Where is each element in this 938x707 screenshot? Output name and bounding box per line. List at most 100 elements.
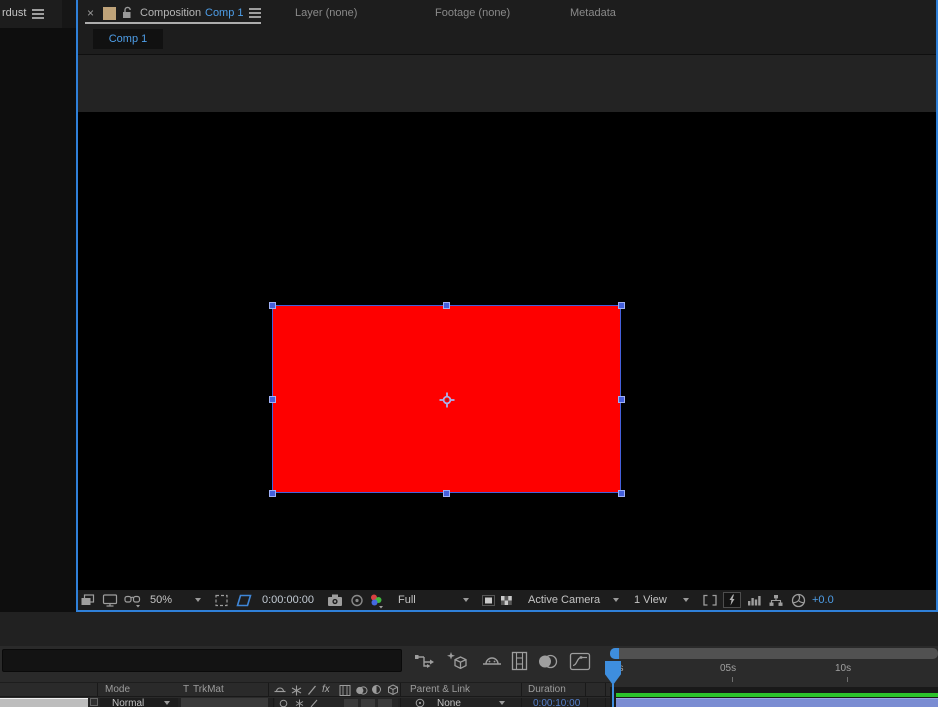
view-layout-chevron-icon[interactable]: [683, 598, 689, 602]
switch-box[interactable]: [361, 699, 375, 707]
lock-icon[interactable]: [121, 6, 134, 20]
selection-handle-mid-right[interactable]: [618, 396, 625, 403]
collapse-transformations-column-icon[interactable]: [291, 685, 302, 696]
layer-duration-bar[interactable]: [616, 698, 938, 707]
stereo-3d-glasses-icon[interactable]: [124, 594, 142, 608]
column-duration[interactable]: Duration: [528, 684, 566, 695]
layer-row[interactable]: Normal None 0:00:10:00: [0, 698, 610, 707]
panel-label[interactable]: Composition: [140, 7, 201, 19]
snapshot-camera-icon[interactable]: [327, 593, 343, 607]
playhead-line[interactable]: [612, 684, 614, 707]
close-icon[interactable]: ×: [87, 6, 94, 20]
row-separator: [400, 698, 401, 707]
adjustment-layer-column-icon[interactable]: [372, 685, 381, 694]
anchor-point-icon[interactable]: [439, 392, 455, 408]
share-view-options-icon[interactable]: [702, 594, 718, 607]
layer-label-chip[interactable]: [90, 698, 98, 706]
channel-settings-icon[interactable]: [368, 593, 386, 609]
reset-exposure-icon[interactable]: [791, 593, 806, 608]
selection-handle-mid-left[interactable]: [269, 396, 276, 403]
3d-view-select[interactable]: Active Camera: [528, 594, 600, 606]
mini-flowchart-icon[interactable]: [414, 653, 436, 670]
comp-timecode[interactable]: 0:00:00:00: [262, 594, 314, 606]
resolution-chevron-icon[interactable]: [463, 598, 469, 602]
magnification-select[interactable]: 50%: [150, 594, 172, 606]
region-of-interest-icon[interactable]: [214, 594, 229, 607]
left-side-panel: rdust: [0, 0, 76, 612]
parent-value[interactable]: None: [437, 698, 461, 707]
tab-metadata[interactable]: Metadata: [570, 7, 616, 19]
panel-options-icon[interactable]: [249, 12, 261, 14]
column-mode[interactable]: Mode: [105, 684, 130, 695]
effects-column-icon[interactable]: fx: [322, 684, 330, 695]
column-separator: [400, 683, 401, 696]
selection-handle-bottom-left[interactable]: [269, 490, 276, 497]
navigator-start-handle[interactable]: [610, 648, 619, 659]
column-separator: [268, 683, 269, 696]
viewer-tab-comp1[interactable]: Comp 1: [93, 29, 163, 49]
timeline-network-icon[interactable]: [768, 594, 784, 607]
view-layout-select[interactable]: 1 View: [634, 594, 667, 606]
quality-slash-icon[interactable]: [310, 699, 318, 707]
after-effects-window: rdust × Composition Comp 1 Layer (none) …: [0, 0, 938, 707]
draft-3d-icon[interactable]: [446, 651, 470, 672]
duration-value[interactable]: 0:00:10:00: [533, 698, 580, 707]
grid-guide-options-icon[interactable]: [236, 594, 252, 607]
timeline-column-headers: Mode T TrkMat fx Parent & Link Duration: [0, 682, 610, 697]
graph-editor-icon[interactable]: [569, 652, 591, 671]
selected-layer-name-cell[interactable]: [0, 698, 88, 707]
pickwhip-icon[interactable]: [415, 698, 425, 707]
panel-doc-name[interactable]: Comp 1: [205, 7, 244, 19]
main-view-icon[interactable]: [102, 594, 118, 607]
switch-box[interactable]: [378, 699, 392, 707]
3d-layer-column-icon[interactable]: [387, 684, 399, 696]
quality-switch-icon[interactable]: [279, 699, 288, 707]
ruler-tick-10s: [847, 677, 848, 682]
frame-blend-column-icon[interactable]: [339, 685, 351, 696]
left-panel-header[interactable]: rdust: [0, 0, 76, 28]
composition-viewport[interactable]: [78, 112, 936, 590]
motion-blur-icon[interactable]: [537, 653, 559, 670]
selection-handle-top-right[interactable]: [618, 302, 625, 309]
transparency-grid-icon[interactable]: [499, 594, 514, 607]
motion-blur-column-icon[interactable]: [355, 685, 368, 696]
shy-icon[interactable]: [481, 654, 503, 669]
trkmat-cell[interactable]: [181, 698, 268, 707]
magnification-chevron-icon[interactable]: [195, 598, 201, 602]
row-separator: [605, 698, 606, 707]
target-region-icon[interactable]: [481, 594, 496, 607]
timeline-navigator-bar[interactable]: [610, 648, 938, 659]
frame-blending-icon[interactable]: [510, 651, 530, 672]
column-separator: [605, 683, 606, 696]
viewer-tab-row: Comp 1: [78, 27, 936, 55]
pixel-aspect-correction-button[interactable]: [723, 592, 741, 608]
resolution-select[interactable]: Full: [398, 594, 416, 606]
row-separator: [587, 698, 588, 707]
switch-box[interactable]: [344, 699, 358, 707]
selection-handle-bottom-right[interactable]: [618, 490, 625, 497]
panel-menu-icon[interactable]: [32, 13, 44, 15]
column-parent-link[interactable]: Parent & Link: [410, 684, 470, 695]
selection-handle-bottom-center[interactable]: [443, 490, 450, 497]
exposure-value[interactable]: +0.0: [812, 594, 834, 606]
selection-handle-top-left[interactable]: [269, 302, 276, 309]
collapse-switch-icon[interactable]: [295, 699, 304, 707]
tab-footage[interactable]: Footage (none): [435, 7, 510, 19]
selection-handle-top-center[interactable]: [443, 302, 450, 309]
time-ruler[interactable]: [610, 659, 938, 688]
column-trkmat[interactable]: TrkMat: [193, 684, 224, 695]
3d-view-chevron-icon[interactable]: [613, 598, 619, 602]
mode-chevron-icon: [164, 701, 170, 705]
quality-column-icon[interactable]: [307, 685, 317, 696]
panel-tab-bar: × Composition Comp 1 Layer (none) Footag…: [78, 0, 936, 27]
tab-layer[interactable]: Layer (none): [295, 7, 357, 19]
shy-column-icon[interactable]: [274, 685, 286, 695]
always-preview-icon[interactable]: [80, 594, 96, 607]
fast-previews-icon[interactable]: [746, 594, 762, 607]
parent-chevron-icon[interactable]: [499, 701, 505, 705]
column-t[interactable]: T: [183, 684, 189, 695]
panel-grip-icon[interactable]: [103, 7, 116, 20]
mode-dropdown[interactable]: Normal: [100, 698, 178, 707]
show-last-snapshot-icon[interactable]: [350, 594, 364, 607]
timeline-search-input[interactable]: [2, 649, 402, 672]
